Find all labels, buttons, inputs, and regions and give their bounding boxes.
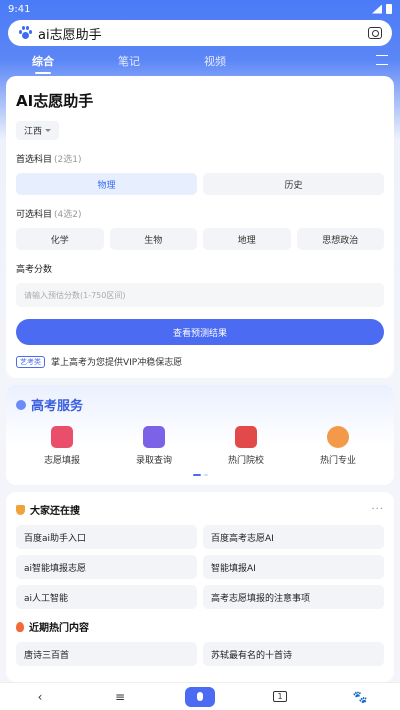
voice-button[interactable] [185, 686, 215, 707]
province-value: 江西 [24, 127, 43, 137]
service-hot-majors[interactable]: 热门专业 [298, 426, 378, 466]
home-paw-icon[interactable]: 🐾 [345, 687, 375, 707]
search-suggestion[interactable]: ai智能填报志愿 [16, 555, 197, 579]
score-label: 高考分数 [16, 265, 53, 275]
tabs-count-icon[interactable]: 1 [265, 687, 295, 707]
card-title: AI志愿助手 [16, 92, 94, 110]
search-suggestion[interactable]: ai人工智能 [16, 585, 197, 609]
battery-icon [386, 4, 392, 14]
search-suggestion[interactable]: 百度ai助手入口 [16, 525, 197, 549]
services-title: 高考服务 [16, 395, 384, 414]
searching-header: 大家还在搜 ··· [16, 502, 384, 517]
search-bar[interactable]: ai志愿助手 [8, 20, 392, 46]
subject-history[interactable]: 历史 [203, 173, 384, 195]
tab-bar: 综合 笔记 视频 [0, 50, 400, 74]
more-icon[interactable]: ··· [371, 504, 384, 515]
optional-subjects-label: 可选科目 (4选2) [16, 210, 82, 220]
menu-icon[interactable]: ≡ [105, 687, 135, 707]
mail-icon [143, 426, 165, 448]
score-input[interactable]: 请输入预估分数(1-750区间) [16, 283, 384, 307]
baidu-paw-icon [18, 26, 32, 40]
subject-politics[interactable]: 思想政治 [296, 228, 384, 250]
bottom-nav: ‹ ≡ 1 🐾 [0, 682, 400, 710]
view-results-button[interactable]: 查看预测结果 [16, 319, 384, 345]
tab-notes[interactable]: 笔记 [86, 53, 172, 69]
hot-item[interactable]: 唐诗三百首 [16, 642, 197, 666]
services-icon [16, 399, 26, 410]
fire-icon [16, 621, 24, 632]
mic-icon [197, 692, 203, 701]
ad-row[interactable]: 艺考类 掌上高考为您提供VIP冲稳保志愿 [16, 355, 384, 368]
related-searches-card: 大家还在搜 ··· 百度ai助手入口 百度高考志愿AI ai智能填报志愿 智能填… [6, 492, 394, 682]
services-row: 志愿填报 录取查询 热门院校 热门专业 [16, 426, 384, 466]
subject-biology[interactable]: 生物 [109, 228, 197, 250]
search-suggestion[interactable]: 百度高考志愿AI [203, 525, 384, 549]
ad-text: 掌上高考为您提供VIP冲稳保志愿 [51, 358, 183, 368]
camera-icon[interactable] [368, 27, 382, 39]
hot-grid: 唐诗三百首 苏轼最有名的十首诗 [16, 642, 384, 666]
status-bar: 9:41 [0, 0, 400, 18]
school-icon [235, 426, 257, 448]
chevron-down-icon [45, 129, 52, 132]
report-icon [51, 426, 73, 448]
ai-assistant-card: AI志愿助手 江西 首选科目 (2选1) 物理 历史 可选科目 (4选2) 化学 生… [6, 76, 394, 378]
back-icon[interactable]: ‹ [25, 687, 55, 707]
service-apply[interactable]: 志愿填报 [22, 426, 102, 466]
search-input[interactable]: ai志愿助手 [38, 24, 368, 43]
province-select[interactable]: 江西 [16, 121, 60, 140]
shield-icon [16, 504, 25, 515]
system-icons [372, 4, 392, 14]
hot-item[interactable]: 苏轼最有名的十首诗 [203, 642, 384, 666]
hot-header: 近期热门内容 [16, 619, 384, 634]
optional-subjects: 化学 生物 地理 思想政治 [16, 228, 384, 250]
signal-icon [372, 4, 382, 14]
subject-physics[interactable]: 物理 [16, 173, 197, 195]
required-subjects-label: 首选科目 (2选1) [16, 155, 82, 165]
gaokao-services-card: 高考服务 志愿填报 录取查询 热门院校 热门专业 [6, 385, 394, 485]
status-time: 9:41 [8, 3, 31, 15]
ad-tag: 艺考类 [16, 355, 45, 368]
tab-all[interactable]: 综合 [0, 53, 86, 74]
tab-videos[interactable]: 视频 [172, 53, 258, 69]
subject-chemistry[interactable]: 化学 [16, 228, 104, 250]
search-suggestion[interactable]: 智能填报AI [203, 555, 384, 579]
service-hot-schools[interactable]: 热门院校 [206, 426, 286, 466]
service-admission-query[interactable]: 录取查询 [114, 426, 194, 466]
subject-geography[interactable]: 地理 [203, 228, 291, 250]
required-subjects: 物理 历史 [16, 173, 384, 195]
filter-icon[interactable] [376, 55, 388, 65]
medal-icon [327, 426, 349, 448]
searching-grid: 百度ai助手入口 百度高考志愿AI ai智能填报志愿 智能填报AI ai人工智能… [16, 525, 384, 609]
search-suggestion[interactable]: 高考志愿填报的注意事项 [203, 585, 384, 609]
pager-dots [16, 474, 384, 476]
